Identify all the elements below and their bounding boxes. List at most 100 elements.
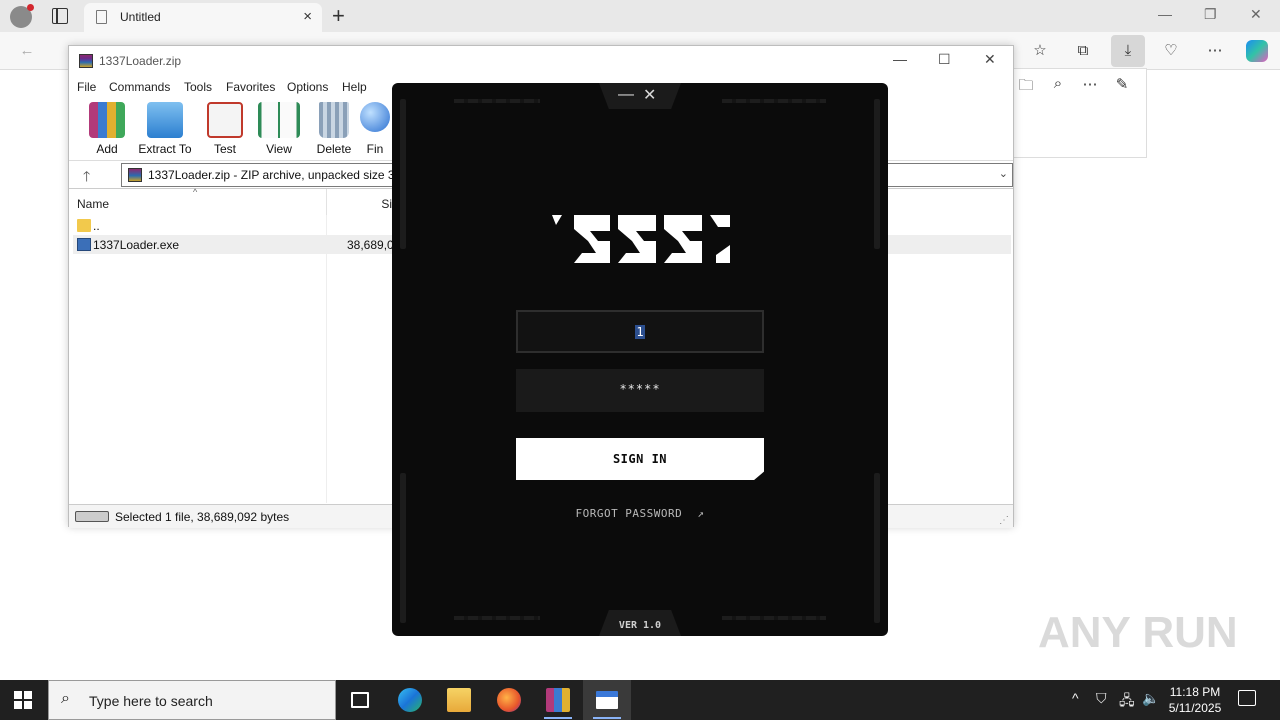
column-size-label: Si <box>381 197 392 211</box>
add-button[interactable]: Add <box>77 100 137 156</box>
winrar-titlebar: 1337Loader.zip — ☐ ✕ <box>69 46 1013 76</box>
left-bracket-bottom <box>400 473 406 623</box>
menu-file[interactable]: File <box>77 80 96 94</box>
loader-minimize-button[interactable]: — <box>618 86 634 104</box>
page-icon <box>96 10 107 24</box>
task-view-icon <box>351 692 369 708</box>
list-item-name: 1337Loader.exe <box>93 238 180 252</box>
new-tab-button[interactable]: + <box>332 3 345 29</box>
winrar-title: 1337Loader.zip <box>99 54 182 68</box>
test-button[interactable]: Test <box>195 100 255 156</box>
deco-line <box>722 99 826 103</box>
username-value: 1 <box>635 325 645 339</box>
system-clock[interactable]: 11:18 PM 5/11/2025 <box>1162 684 1228 716</box>
extract-folder-icon <box>147 102 183 138</box>
minimize-icon[interactable]: — <box>1158 6 1172 22</box>
taskbar-edge[interactable] <box>386 680 434 720</box>
add-archive-icon <box>89 102 125 138</box>
firefox-icon <box>497 688 521 712</box>
show-hidden-icons-icon[interactable]: ^ <box>1072 690 1079 706</box>
column-header-size[interactable]: Si <box>327 189 397 215</box>
more-options-icon[interactable]: ⋯ <box>1204 40 1226 62</box>
winrar-maximize-icon[interactable]: ☐ <box>938 51 951 68</box>
column-header-name[interactable]: Name ^ <box>69 187 327 215</box>
taskbar-loader-app[interactable] <box>583 680 631 720</box>
downloads-panel: 🗀 ⌕ ⋯ ✎ <box>1013 68 1147 158</box>
chevron-down-icon[interactable]: ⌄ <box>999 167 1008 180</box>
search-placeholder: Type here to search <box>89 693 213 709</box>
winrar-minimize-icon[interactable]: — <box>893 51 907 67</box>
extract-to-button[interactable]: Extract To <box>135 100 195 156</box>
trash-icon <box>319 102 349 138</box>
back-arrow-icon[interactable]: ← <box>16 40 38 62</box>
find-globe-icon <box>360 102 390 132</box>
right-bracket-top <box>874 99 880 249</box>
clock-time: 11:18 PM <box>1169 685 1221 699</box>
folder-icon <box>447 688 471 712</box>
tab-actions-icon[interactable] <box>52 8 68 24</box>
loader-logo <box>552 215 730 263</box>
network-icon[interactable]: 🖧 <box>1119 690 1135 714</box>
test-checklist-icon <box>207 102 243 138</box>
copilot-icon[interactable] <box>1246 40 1268 62</box>
deco-line <box>454 99 540 103</box>
drive-icon <box>75 511 109 522</box>
close-window-icon[interactable]: ✕ <box>1250 6 1262 23</box>
close-tab-icon[interactable]: × <box>303 8 312 25</box>
status-text: Selected 1 file, 38,689,092 bytes <box>115 510 290 524</box>
menu-options[interactable]: Options <box>287 80 328 94</box>
watermark-text: ANY RUN <box>1038 608 1238 657</box>
zip-archive-icon <box>128 168 142 182</box>
browser-tab-bar: Untitled × + — ❐ ✕ <box>0 0 1280 32</box>
taskbar-file-explorer[interactable] <box>435 680 483 720</box>
notification-icon[interactable] <box>1238 690 1256 706</box>
collections-icon[interactable]: ⧉ <box>1072 40 1094 62</box>
username-input[interactable]: 1 <box>516 310 764 353</box>
search-icon: ⌕ <box>61 690 70 707</box>
menu-tools[interactable]: Tools <box>184 80 212 94</box>
edge-icon <box>398 688 422 712</box>
windows-start-icon[interactable] <box>14 691 32 709</box>
more-icon[interactable]: ⋯ <box>1080 75 1100 93</box>
task-view-button[interactable] <box>336 680 384 720</box>
winrar-app-icon <box>79 54 93 68</box>
volume-icon[interactable]: 🔈 <box>1142 690 1159 707</box>
security-icon[interactable]: ⛉ <box>1096 690 1107 707</box>
view-button[interactable]: View <box>249 100 309 156</box>
forgot-password-link[interactable]: FORGOT PASSWORD ↗ <box>392 507 888 520</box>
column-name-label: Name <box>77 197 110 211</box>
favorites-icon[interactable]: ☆ <box>1029 40 1051 62</box>
archive-path-text: 1337Loader.zip - ZIP archive, unpacked s… <box>148 168 405 182</box>
open-folder-icon[interactable]: 🗀 <box>1016 75 1036 100</box>
taskbar-search-box[interactable]: ⌕ Type here to search <box>48 680 336 720</box>
menu-help[interactable]: Help <box>342 80 367 94</box>
external-arrow-icon: ↗ <box>697 507 705 520</box>
folder-icon <box>77 219 91 232</box>
find-button[interactable]: Fin <box>355 100 395 156</box>
list-item-name: .. <box>93 219 100 233</box>
menu-favorites[interactable]: Favorites <box>226 80 275 94</box>
downloads-icon[interactable]: ⤓ <box>1111 35 1145 67</box>
name-column-band <box>69 215 327 503</box>
menu-commands[interactable]: Commands <box>109 80 170 94</box>
loader-window: — ✕ 1 ***** SIGN IN FORGOT PASSWORD ↗ VE… <box>392 83 888 636</box>
exe-file-icon <box>77 238 91 251</box>
password-input[interactable]: ***** <box>516 369 764 412</box>
resize-grip-icon[interactable]: ⋰ <box>999 515 1009 526</box>
browser-tab-untitled[interactable]: Untitled × <box>84 3 322 32</box>
loader-close-button[interactable]: ✕ <box>643 85 656 105</box>
clock-date: 5/11/2025 <box>1168 701 1222 715</box>
up-one-level-icon[interactable]: 🡑 <box>83 166 90 190</box>
search-icon[interactable]: ⌕ <box>1048 75 1068 92</box>
app-window-icon <box>596 691 618 709</box>
forgot-password-label: FORGOT PASSWORD <box>575 507 683 520</box>
pin-icon[interactable]: ✎ <box>1112 75 1132 93</box>
profile-avatar-icon[interactable] <box>10 4 34 28</box>
restore-icon[interactable]: ❐ <box>1204 6 1217 23</box>
winrar-close-icon[interactable]: ✕ <box>984 51 996 68</box>
sign-in-button[interactable]: SIGN IN <box>516 438 764 480</box>
browser-essentials-icon[interactable]: ♡ <box>1160 40 1182 62</box>
taskbar-firefox[interactable] <box>485 680 533 720</box>
tab-title: Untitled <box>120 10 161 24</box>
taskbar-winrar[interactable] <box>534 680 582 720</box>
